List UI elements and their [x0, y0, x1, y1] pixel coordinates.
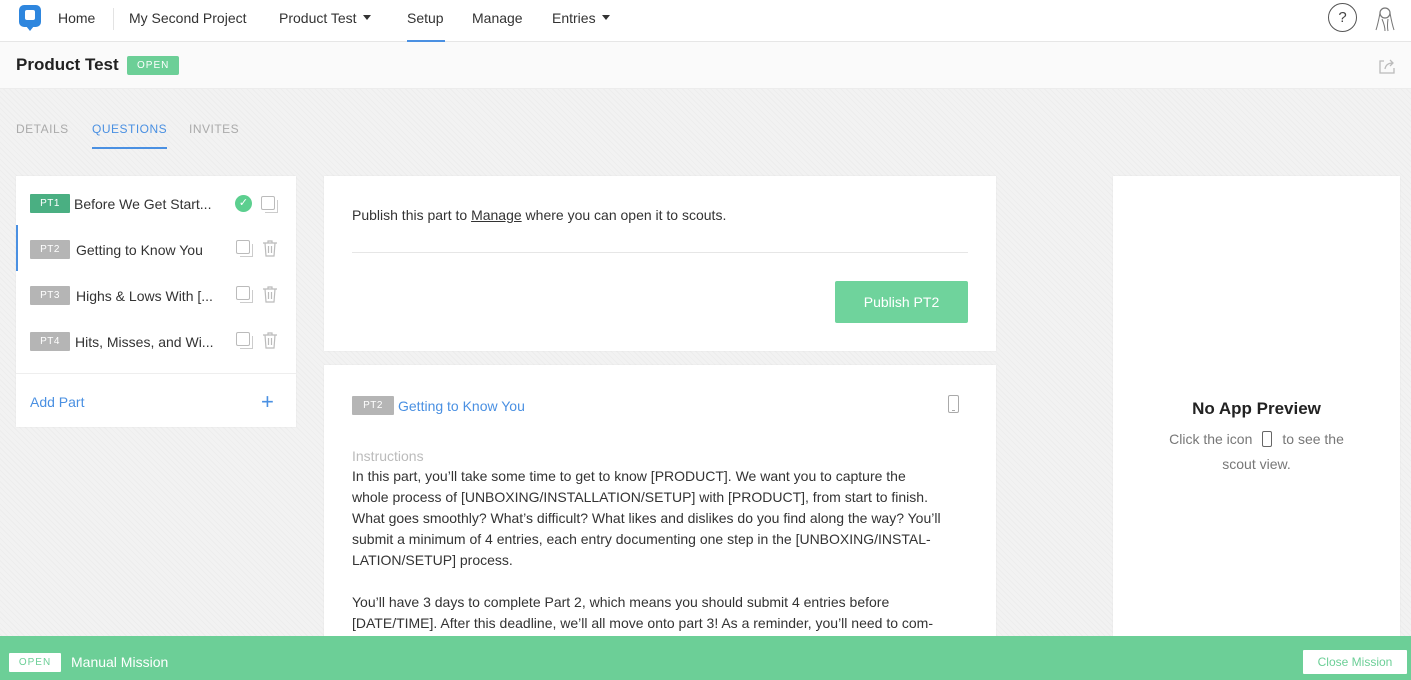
part-detail-card: PT2 Getting to Know You Instructions In …: [324, 365, 996, 655]
publish-card: Publish this part to Manage where you ca…: [324, 176, 996, 351]
chevron-down-icon: [362, 14, 371, 20]
tab-details[interactable]: DETAILS: [16, 122, 69, 149]
status-badge: OPEN: [9, 653, 61, 672]
app-preview-panel: No App Preview Click the icon to see the …: [1113, 176, 1400, 646]
part-row-pt4[interactable]: PT4 Hits, Misses, and Wi...: [16, 317, 296, 363]
part-tag: PT2: [30, 240, 70, 259]
copy-icon[interactable]: [236, 332, 253, 349]
title-bar: Product Test OPEN: [0, 42, 1411, 89]
check-circle-icon: ✓: [235, 195, 252, 212]
trash-icon[interactable]: [262, 285, 278, 303]
phone-preview-icon[interactable]: [948, 395, 959, 413]
close-mission-button[interactable]: Close Mission: [1303, 650, 1407, 674]
part-tag: PT1: [30, 194, 70, 213]
app-logo-icon[interactable]: [19, 5, 41, 31]
tab-invites[interactable]: INVITES: [189, 122, 239, 149]
instructions-paragraph: In this part, you’ll take some time to g…: [352, 468, 941, 568]
instructions-paragraph: You’ll have 3 days to complete Part 2, w…: [352, 594, 933, 631]
part-row-pt2[interactable]: PT2 Getting to Know You: [16, 225, 296, 271]
parts-panel: PT1 Before We Get Start... ✓ PT2 Getting…: [16, 176, 296, 427]
publish-text-before: Publish this part to: [352, 207, 472, 223]
part-name: Highs & Lows With [...: [76, 288, 213, 304]
add-part-link[interactable]: Add Part: [30, 394, 84, 410]
phone-icon: [1262, 431, 1273, 447]
copy-icon[interactable]: [261, 196, 278, 213]
part-name: Hits, Misses, and Wi...: [75, 334, 214, 350]
top-nav: Home My Second Project Product Test Setu…: [0, 0, 1411, 42]
plus-icon[interactable]: +: [261, 389, 274, 415]
tab-questions[interactable]: QUESTIONS: [92, 122, 168, 149]
status-badge: OPEN: [127, 56, 180, 75]
publish-button[interactable]: Publish PT2: [835, 281, 968, 323]
manage-link[interactable]: Manage: [471, 207, 522, 223]
copy-icon[interactable]: [236, 240, 253, 257]
help-icon[interactable]: ?: [1328, 3, 1357, 32]
part-name: Getting to Know You: [76, 242, 203, 258]
user-avatar-icon[interactable]: [1372, 4, 1398, 32]
nav-setup[interactable]: Setup: [407, 0, 445, 42]
part-row-pt1[interactable]: PT1 Before We Get Start... ✓: [16, 179, 296, 225]
part-name: Before We Get Start...: [74, 196, 212, 212]
nav-product-label: Product Test: [279, 10, 357, 26]
part-tag: PT4: [30, 332, 70, 351]
nav-project[interactable]: My Second Project: [129, 0, 247, 42]
trash-icon[interactable]: [262, 331, 278, 349]
share-icon[interactable]: [1377, 56, 1397, 76]
mission-type-label: Manual Mission: [71, 654, 169, 670]
part-row-pt3[interactable]: PT3 Highs & Lows With [...: [16, 271, 296, 317]
preview-title: No App Preview: [1192, 399, 1321, 418]
mission-footer-bar: OPEN Manual Mission Close Mission: [0, 636, 1411, 680]
part-tag: PT3: [30, 286, 70, 305]
nav-product-dropdown[interactable]: Product Test: [279, 0, 371, 42]
panel-divider: [16, 373, 296, 374]
part-title-link[interactable]: Getting to Know You: [398, 398, 525, 414]
preview-hint: Click the icon to see the scout view.: [1153, 427, 1360, 477]
nav-entries-dropdown[interactable]: Entries: [552, 0, 610, 42]
page-title: Product Test: [16, 55, 119, 74]
nav-home[interactable]: Home: [58, 0, 95, 42]
instructions-body: In this part, you’ll take some time to g…: [352, 466, 964, 655]
trash-icon[interactable]: [262, 239, 278, 257]
preview-hint-before: Click the icon: [1169, 431, 1253, 447]
copy-icon[interactable]: [236, 286, 253, 303]
nav-divider: [113, 8, 114, 30]
publish-message: Publish this part to Manage where you ca…: [352, 207, 726, 223]
nav-manage[interactable]: Manage: [472, 0, 523, 42]
part-tag: PT2: [352, 396, 394, 415]
nav-entries-label: Entries: [552, 10, 596, 26]
instructions-label: Instructions: [352, 448, 424, 464]
divider: [352, 252, 968, 253]
publish-text-after: where you can open it to scouts.: [521, 207, 727, 223]
chevron-down-icon: [601, 14, 610, 20]
